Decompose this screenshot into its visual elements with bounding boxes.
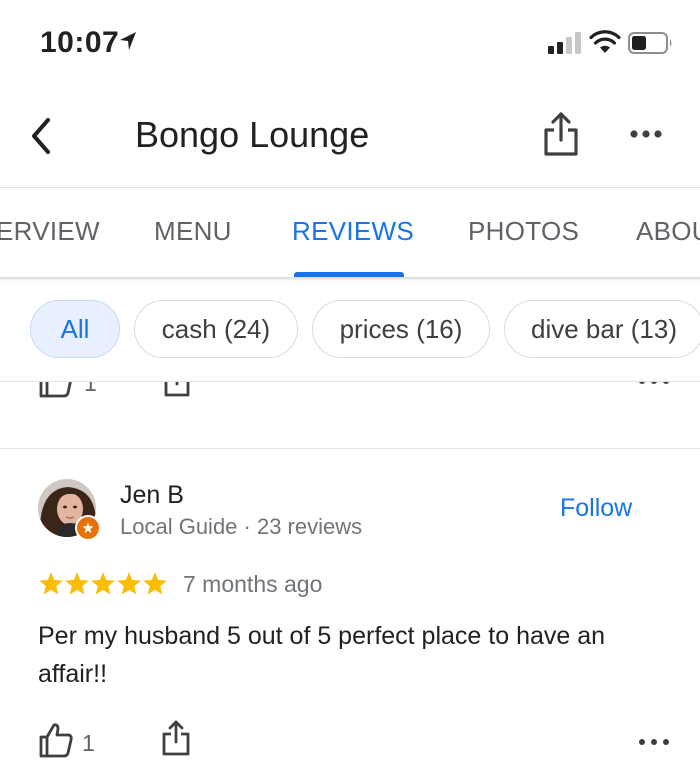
back-button[interactable] xyxy=(22,114,62,158)
local-guide-badge-icon xyxy=(75,515,101,541)
five-stars-icon xyxy=(39,572,167,595)
like-button[interactable]: 1 xyxy=(38,721,95,759)
review-more-button[interactable] xyxy=(636,735,672,749)
page-title: Bongo Lounge xyxy=(135,114,370,155)
share-button[interactable] xyxy=(540,110,582,160)
follow-button[interactable]: Follow xyxy=(560,494,632,523)
status-time: 10:07 xyxy=(40,26,120,59)
status-bar: 10:07 xyxy=(0,0,700,88)
more-horizontal-icon xyxy=(639,739,669,745)
tab-photos[interactable]: PHOTOS xyxy=(468,216,579,247)
more-options-button[interactable] xyxy=(626,124,670,144)
review-time-ago: 7 months ago xyxy=(183,571,323,597)
tab-reviews[interactable]: REVIEWS xyxy=(292,216,414,247)
battery-icon xyxy=(628,32,672,54)
previous-like-count: 1 xyxy=(84,382,97,396)
location-arrow-icon xyxy=(120,32,136,50)
wifi-icon xyxy=(589,30,621,53)
tab-about[interactable]: ABOU xyxy=(636,216,700,247)
chip-dive-bar[interactable]: dive bar (13) xyxy=(504,300,700,358)
thumbs-up-icon[interactable] xyxy=(38,382,74,398)
review-card: Jen B Local Guide · 23 reviews Follow 7 … xyxy=(0,449,700,779)
more-horizontal-icon xyxy=(630,130,662,138)
like-count: 1 xyxy=(82,729,95,756)
star-rating xyxy=(38,571,168,602)
share-icon[interactable] xyxy=(162,382,192,398)
chip-prices[interactable]: prices (16) xyxy=(312,300,490,358)
review-share-button[interactable] xyxy=(160,719,192,757)
app-header: Bongo Lounge xyxy=(0,88,700,188)
share-icon xyxy=(544,112,578,156)
tab-menu[interactable]: MENU xyxy=(154,216,232,247)
back-chevron-icon xyxy=(32,118,50,154)
tab-overview[interactable]: ERVIEW xyxy=(0,216,100,247)
reviewer-name[interactable]: Jen B xyxy=(120,481,184,510)
chip-cash[interactable]: cash (24) xyxy=(134,300,298,358)
chip-all[interactable]: All xyxy=(30,300,120,358)
review-text: Per my husband 5 out of 5 perfect place … xyxy=(38,622,606,688)
previous-review-actions: 1 xyxy=(0,382,700,402)
filter-chips: All cash (24) prices (16) dive bar (13) xyxy=(0,300,700,362)
reviewer-meta: Local Guide · 23 reviews xyxy=(120,514,363,539)
tabs-shadow xyxy=(0,277,700,281)
tab-bar: ERVIEW MENU REVIEWS PHOTOS ABOU xyxy=(0,188,700,278)
share-icon xyxy=(162,720,190,756)
more-horizontal-icon[interactable] xyxy=(636,382,672,388)
thumbs-up-icon xyxy=(39,723,73,758)
cellular-signal-icon xyxy=(548,32,581,54)
